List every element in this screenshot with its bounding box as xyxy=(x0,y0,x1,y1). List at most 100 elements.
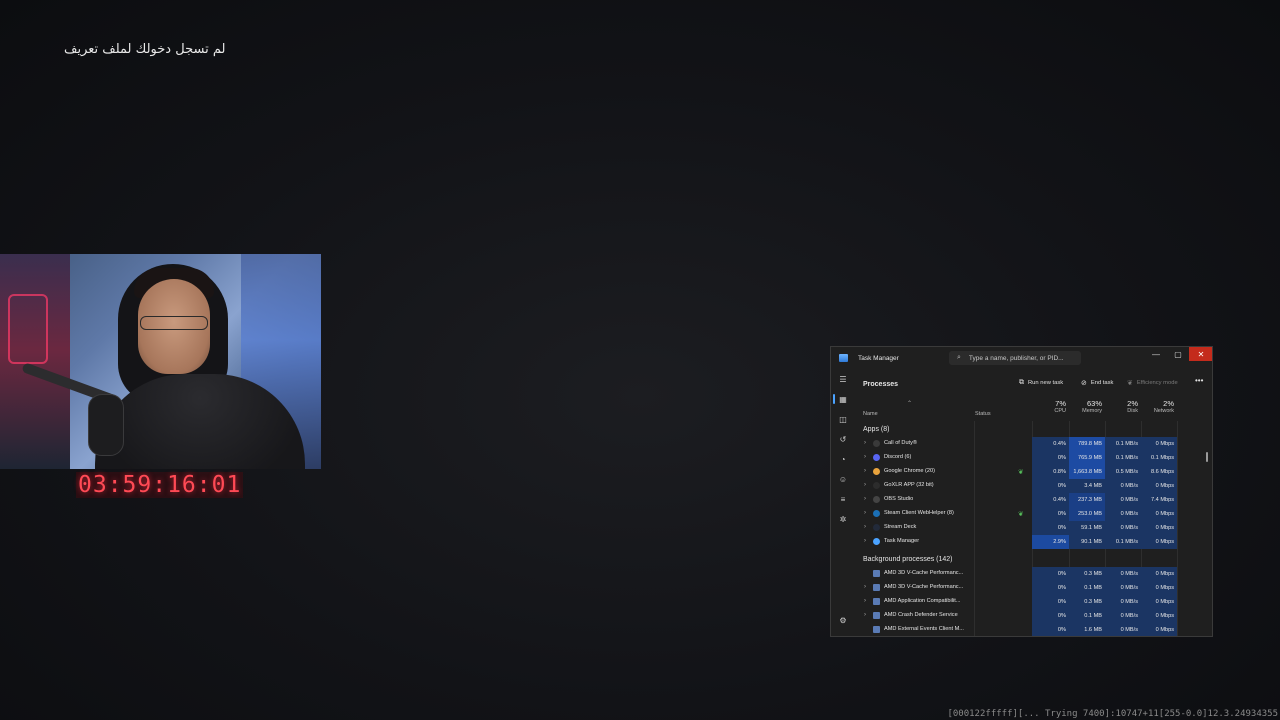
performance-icon[interactable]: ◫ xyxy=(831,409,855,429)
process-icon xyxy=(873,440,880,447)
column-name[interactable]: Name xyxy=(863,411,878,417)
background-process-row[interactable]: AMD External Events Client M... 0% 1.6 MB 0… xyxy=(855,623,1212,636)
efficiency-mode-label: Efficiency mode xyxy=(1136,380,1178,386)
background-process-row[interactable]: › AMD Application Compatibilit... 0% 0.3 MB… xyxy=(855,595,1212,609)
process-disk-value: 0 MB/s xyxy=(1105,623,1141,636)
column-status[interactable]: Status xyxy=(975,411,991,417)
app-history-icon[interactable]: ↺ xyxy=(831,429,855,449)
app-row[interactable]: › Google Chrome (20) ❦ 0.8% 1,663.8 MB 0.5 MB… xyxy=(855,465,1212,479)
efficiency-mode-button[interactable]: ❦ Efficiency mode xyxy=(1127,379,1178,387)
minimize-button[interactable]: — xyxy=(1145,347,1167,361)
process-disk-value: 0 MB/s xyxy=(1105,521,1141,535)
process-icon xyxy=(873,468,880,475)
expand-chevron-icon[interactable]: › xyxy=(864,524,866,530)
process-name: AMD Application Compatibilit... xyxy=(884,598,961,604)
process-icon xyxy=(873,510,880,517)
app-row[interactable]: › Stream Deck 0% 59.1 MB 0 MB/s 0 Mbps xyxy=(855,521,1212,535)
process-mem-value: 0.3 MB xyxy=(1069,567,1105,581)
expand-chevron-icon[interactable]: › xyxy=(864,454,866,460)
process-cpu-value: 2.9% xyxy=(1032,535,1069,549)
process-net-value: 0 Mbps xyxy=(1141,507,1177,521)
users-icon[interactable]: ☺ xyxy=(831,469,855,489)
app-row[interactable]: › Steam Client WebHelper (8) ❦ 0% 253.0 MB 0 … xyxy=(855,507,1212,521)
process-icon xyxy=(873,570,880,577)
process-mem-value: 237.3 MB xyxy=(1069,493,1105,507)
app-row[interactable]: › Task Manager 2.9% 90.1 MB 0.1 MB/s 0 Mbps xyxy=(855,535,1212,549)
expand-chevron-icon[interactable]: › xyxy=(864,496,866,502)
process-cpu-value: 0% xyxy=(1032,581,1069,595)
process-net-value: 7.4 Mbps xyxy=(1141,493,1177,507)
process-disk-value: 0 MB/s xyxy=(1105,493,1141,507)
processes-icon[interactable]: ▦ xyxy=(831,389,855,409)
efficiency-leaf-icon: ❦ xyxy=(1018,511,1024,518)
process-mem-value: 253.0 MB xyxy=(1069,507,1105,521)
process-name: OBS Studio xyxy=(884,496,914,502)
details-icon[interactable]: ≡ xyxy=(831,489,855,509)
process-cpu-value: 0% xyxy=(1032,479,1069,493)
process-net-value: 0 Mbps xyxy=(1141,535,1177,549)
process-net-value: 0 Mbps xyxy=(1141,609,1177,623)
process-mem-value: 1,663.8 MB xyxy=(1069,465,1105,479)
app-row[interactable]: › GoXLR APP (32 bit) 0% 3.4 MB 0 MB/s 0 Mbps xyxy=(855,479,1212,493)
processes-panel: Processes ⧉ Run new task ⊘ End task ❦ Ef… xyxy=(855,369,1212,636)
title-bar[interactable]: Task Manager ⌕ Type a name, publisher, o… xyxy=(831,347,1212,369)
process-disk-value: 0.1 MB/s xyxy=(1105,535,1141,549)
process-mem-value: 90.1 MB xyxy=(1069,535,1105,549)
expand-chevron-icon[interactable]: › xyxy=(864,598,866,604)
app-row[interactable]: › Discord (6) 0% 765.9 MB 0.1 MB/s 0.1 Mbps xyxy=(855,451,1212,465)
background-section-header: Background processes (142) xyxy=(863,555,953,563)
process-icon xyxy=(873,538,880,545)
task-manager-window: Task Manager ⌕ Type a name, publisher, o… xyxy=(830,346,1213,637)
process-mem-value: 1.6 MB xyxy=(1069,623,1105,636)
process-net-value: 0 Mbps xyxy=(1141,479,1177,493)
expand-chevron-icon[interactable]: › xyxy=(864,584,866,590)
run-new-task-button[interactable]: ⧉ Run new task xyxy=(1019,379,1063,387)
background-process-row[interactable]: › AMD Crash Defender Service 0% 0.1 MB 0 MB/… xyxy=(855,609,1212,623)
search-placeholder: Type a name, publisher, or PID... xyxy=(968,354,1064,362)
column-headers: ⌃ Name Status 7% CPU 63% Memory 2% Disk … xyxy=(855,399,1212,419)
run-task-icon: ⧉ xyxy=(1019,379,1024,386)
process-disk-value: 0.1 MB/s xyxy=(1105,437,1141,451)
expand-chevron-icon[interactable]: › xyxy=(864,538,866,544)
disk-label: Disk xyxy=(1127,408,1138,414)
close-button[interactable]: ✕ xyxy=(1189,347,1212,361)
apps-section-header: Apps (8) xyxy=(863,425,890,433)
startup-apps-icon[interactable]: ◔ xyxy=(831,449,855,469)
background-process-row[interactable]: › AMD 3D V-Cache Performanc... 0% 0.1 MB 0 M… xyxy=(855,581,1212,595)
expand-chevron-icon[interactable]: › xyxy=(864,468,866,474)
background-rows: AMD 3D V-Cache Performanc... 0% 0.3 MB 0 MB… xyxy=(855,567,1212,636)
end-task-button[interactable]: ⊘ End task xyxy=(1081,379,1113,387)
process-name: AMD 3D V-Cache Performanc... xyxy=(884,584,964,590)
column-cpu[interactable]: 7% CPU xyxy=(1032,399,1069,414)
apps-rows: › Call of Duty® 0.4% 789.8 MB 0.1 MB/s 0 Mbps… xyxy=(855,437,1212,549)
process-net-value: 0 Mbps xyxy=(1141,581,1177,595)
expand-chevron-icon[interactable]: › xyxy=(864,440,866,446)
column-disk[interactable]: 2% Disk xyxy=(1105,399,1141,414)
hamburger-icon[interactable]: ☰ xyxy=(831,369,855,389)
column-memory[interactable]: 63% Memory xyxy=(1069,399,1105,414)
process-disk-value: 0 MB/s xyxy=(1105,609,1141,623)
app-row[interactable]: › Call of Duty® 0.4% 789.8 MB 0.1 MB/s 0 Mbps xyxy=(855,437,1212,451)
process-list: Apps (8) › Call of Duty® 0.4% 789.8 MB 0.1 M… xyxy=(855,421,1212,636)
process-disk-value: 0 MB/s xyxy=(1105,581,1141,595)
run-new-task-label: Run new task xyxy=(1028,380,1064,386)
process-cpu-value: 0% xyxy=(1032,507,1069,521)
column-network[interactable]: 2% Network xyxy=(1141,399,1177,414)
maximize-button[interactable]: ▢ xyxy=(1167,347,1189,361)
expand-chevron-icon[interactable]: › xyxy=(864,612,866,618)
more-options-button[interactable]: ••• xyxy=(1195,376,1203,385)
process-name: Discord (6) xyxy=(884,454,912,460)
process-cpu-value: 0% xyxy=(1032,451,1069,465)
app-row[interactable]: › OBS Studio 0.4% 237.3 MB 0 MB/s 7.4 Mbps xyxy=(855,493,1212,507)
services-icon[interactable]: ✲ xyxy=(831,509,855,529)
process-name: AMD 3D V-Cache Performanc... xyxy=(884,570,964,576)
expand-chevron-icon[interactable]: › xyxy=(864,482,866,488)
settings-icon[interactable]: ⚙ xyxy=(831,610,855,630)
expand-chevron-icon[interactable]: › xyxy=(864,510,866,516)
process-mem-value: 789.8 MB xyxy=(1069,437,1105,451)
task-manager-logo-icon xyxy=(839,354,848,362)
background-process-row[interactable]: AMD 3D V-Cache Performanc... 0% 0.3 MB 0 MB… xyxy=(855,567,1212,581)
process-name: Call of Duty® xyxy=(884,440,918,446)
search-input[interactable]: ⌕ Type a name, publisher, or PID... xyxy=(949,351,1081,365)
process-net-value: 0 Mbps xyxy=(1141,623,1177,636)
